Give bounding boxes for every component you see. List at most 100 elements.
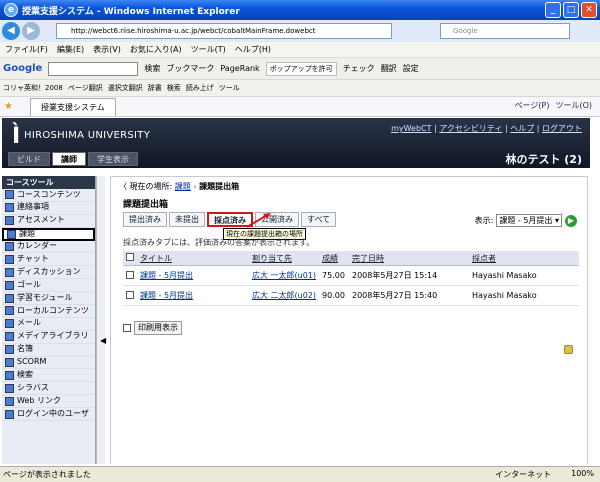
course-tools-sidebar: コースツール コースコンテンツ 連絡事項 アセスメント 課題 カレンダー チャッ… — [2, 176, 96, 464]
university-logo: Ì — [12, 124, 21, 149]
role-instructor[interactable]: 講師 — [52, 152, 86, 166]
search-input[interactable]: Google — [440, 23, 570, 39]
check-button[interactable]: チェック — [343, 63, 375, 74]
menu-file[interactable]: ファイル(F) — [5, 44, 48, 55]
col-title[interactable]: タイトル — [137, 253, 252, 264]
syllabus-icon — [5, 383, 14, 393]
collapse-sidebar-icon[interactable]: ◀ — [100, 336, 106, 345]
breadcrumb-assignments[interactable]: 課題 — [175, 182, 191, 191]
help-icon[interactable] — [564, 345, 573, 354]
filter-tabs: 提出済み 未提出 採点済み 公開済み すべて — [123, 212, 337, 227]
page-menu[interactable]: ページ(P) — [515, 100, 550, 111]
google-search-button[interactable]: 検索 — [144, 63, 160, 74]
forward-button[interactable]: ▶ — [22, 22, 40, 40]
row-title-link[interactable]: 課題 - 5月提出 — [137, 270, 252, 281]
sidebar-item-roster[interactable]: 名簿 — [2, 344, 95, 357]
role-build[interactable]: ビルド — [8, 152, 50, 166]
col-grade[interactable]: 成績 — [322, 253, 352, 264]
sidebar-title: コースツール — [2, 176, 95, 189]
sidebar-item-calendar[interactable]: カレンダー — [2, 241, 95, 254]
maximize-button[interactable]: □ — [563, 2, 579, 18]
browser-tab[interactable]: 授業支援システム — [30, 97, 116, 116]
users-icon — [5, 409, 14, 419]
sidebar-item-learning-modules[interactable]: 学習モジュール — [2, 292, 95, 306]
favorites-star-icon[interactable]: ★ — [4, 101, 13, 112]
read-link[interactable]: 読み上げ — [186, 83, 214, 93]
table-row: 課題 - 5月提出 広大 一太郎(u01) 75.00 2008年5月27日 1… — [123, 266, 579, 286]
menu-favorites[interactable]: お気に入り(A) — [130, 44, 182, 55]
sidebar-item-local-content[interactable]: ローカルコンテンツ — [2, 305, 95, 318]
close-button[interactable]: ✕ — [581, 2, 597, 18]
sidebar-item-chat[interactable]: チャット — [2, 253, 95, 267]
sidebar-item-course-content[interactable]: コースコンテンツ — [2, 189, 95, 202]
accessibility-link[interactable]: アクセシビリティ — [439, 124, 502, 133]
module-icon — [5, 293, 14, 303]
row-title-link[interactable]: 課題 - 5月提出 — [137, 290, 252, 301]
sidebar-item-announcements[interactable]: 連絡事項 — [2, 202, 95, 215]
mywebct-link[interactable]: myWebCT — [391, 124, 431, 133]
row-student-link[interactable]: 広大 二太郎(u02) — [252, 290, 322, 301]
col-grader[interactable]: 採点者 — [472, 253, 572, 264]
ie-logo-icon: e — [4, 3, 18, 17]
sidebar-item-syllabus[interactable]: シラバス — [2, 382, 95, 396]
minimize-button[interactable]: _ — [545, 2, 561, 18]
row-checkbox[interactable] — [126, 290, 134, 299]
back-icon[interactable]: 〈 — [119, 182, 127, 191]
bookmark-button[interactable]: ブックマーク — [166, 63, 214, 74]
role-student-view[interactable]: 学生表示 — [88, 152, 138, 166]
settings-button[interactable]: 設定 — [403, 63, 419, 74]
word-link[interactable]: コリャ英和！2008 — [3, 83, 63, 93]
popup-button[interactable]: ポップアップを許可 — [265, 61, 337, 76]
link-icon — [5, 396, 14, 406]
site-header: Ì HIROSHIMA UNIVERSITY myWebCT | アクセシビリテ… — [2, 118, 590, 168]
page-title: 課題提出箱 — [123, 200, 169, 210]
help-link[interactable]: ヘルプ — [510, 124, 534, 133]
google-search-input[interactable] — [48, 61, 139, 76]
row-grader: Hayashi Masako — [472, 291, 537, 300]
row-grade: 75.00 — [322, 271, 345, 280]
university-name: HIROSHIMA UNIVERSITY — [24, 130, 151, 141]
back-button[interactable]: ◀ — [2, 22, 20, 40]
logout-link[interactable]: ログアウト — [542, 124, 582, 133]
sidebar-item-discussions[interactable]: ディスカッション — [2, 266, 95, 280]
col-assigned-to[interactable]: 割り当て先 — [252, 253, 322, 264]
display-select[interactable]: 課題 - 5月提出 ▾ — [496, 214, 562, 227]
role-tabs: ビルド 講師 学生表示 — [8, 152, 138, 166]
url-input[interactable]: http://webct6.riise.hiroshima-u.ac.jp/we… — [56, 23, 392, 39]
tools-link[interactable]: ツール — [219, 83, 240, 93]
sidebar-scrollbar[interactable] — [96, 176, 105, 464]
sidebar-item-online-users[interactable]: ログイン中のユーザ — [2, 408, 95, 422]
col-completed[interactable]: 完了日時 — [352, 253, 472, 264]
go-button[interactable]: ▶ — [565, 214, 577, 227]
tools-menu[interactable]: ツール(O) — [555, 100, 592, 111]
menu-help[interactable]: ヘルプ(H) — [235, 44, 271, 55]
menu-tools[interactable]: ツール(T) — [191, 44, 226, 55]
table-header: タイトル 割り当て先 成績 完了日時 採点者 — [123, 251, 579, 266]
header-links: myWebCT | アクセシビリティ | ヘルプ | ログアウト — [391, 124, 582, 133]
zoom-level[interactable]: 100% — [571, 469, 594, 480]
select-all-checkbox[interactable] — [126, 253, 134, 261]
sidebar-item-assignments[interactable]: 課題 — [2, 227, 95, 241]
menu-edit[interactable]: 編集(E) — [57, 44, 84, 55]
sidebar-item-mail[interactable]: メール — [2, 318, 95, 331]
row-student-link[interactable]: 広大 一太郎(u01) — [252, 270, 322, 281]
page-translate-link[interactable]: ページ翻訳 — [68, 83, 103, 93]
print-view-button[interactable]: 印刷用表示 — [134, 321, 182, 335]
search-link[interactable]: 検索 — [167, 83, 181, 93]
tab-not-submitted[interactable]: 未提出 — [169, 212, 205, 227]
row-checkbox[interactable] — [126, 270, 134, 279]
tab-all[interactable]: すべて — [301, 212, 337, 227]
sidebar-item-scorm[interactable]: SCORM — [2, 357, 95, 370]
dictionary-link[interactable]: 辞書 — [148, 83, 162, 93]
select-translate-link[interactable]: 選択文翻訳 — [108, 83, 143, 93]
menu-view[interactable]: 表示(V) — [93, 44, 121, 55]
tab-submitted[interactable]: 提出済み — [123, 212, 167, 227]
translate-button[interactable]: 翻訳 — [381, 63, 397, 74]
sidebar-item-web-links[interactable]: Web リンク — [2, 395, 95, 409]
sidebar-item-search[interactable]: 検索 — [2, 369, 95, 383]
sidebar-item-media-library[interactable]: メディアライブラリ — [2, 331, 95, 344]
sidebar-item-goals[interactable]: ゴール — [2, 279, 95, 293]
sidebar-item-assessments[interactable]: アセスメント — [2, 215, 95, 228]
pagerank-button[interactable]: PageRank — [220, 64, 259, 73]
local-content-icon — [5, 306, 14, 316]
